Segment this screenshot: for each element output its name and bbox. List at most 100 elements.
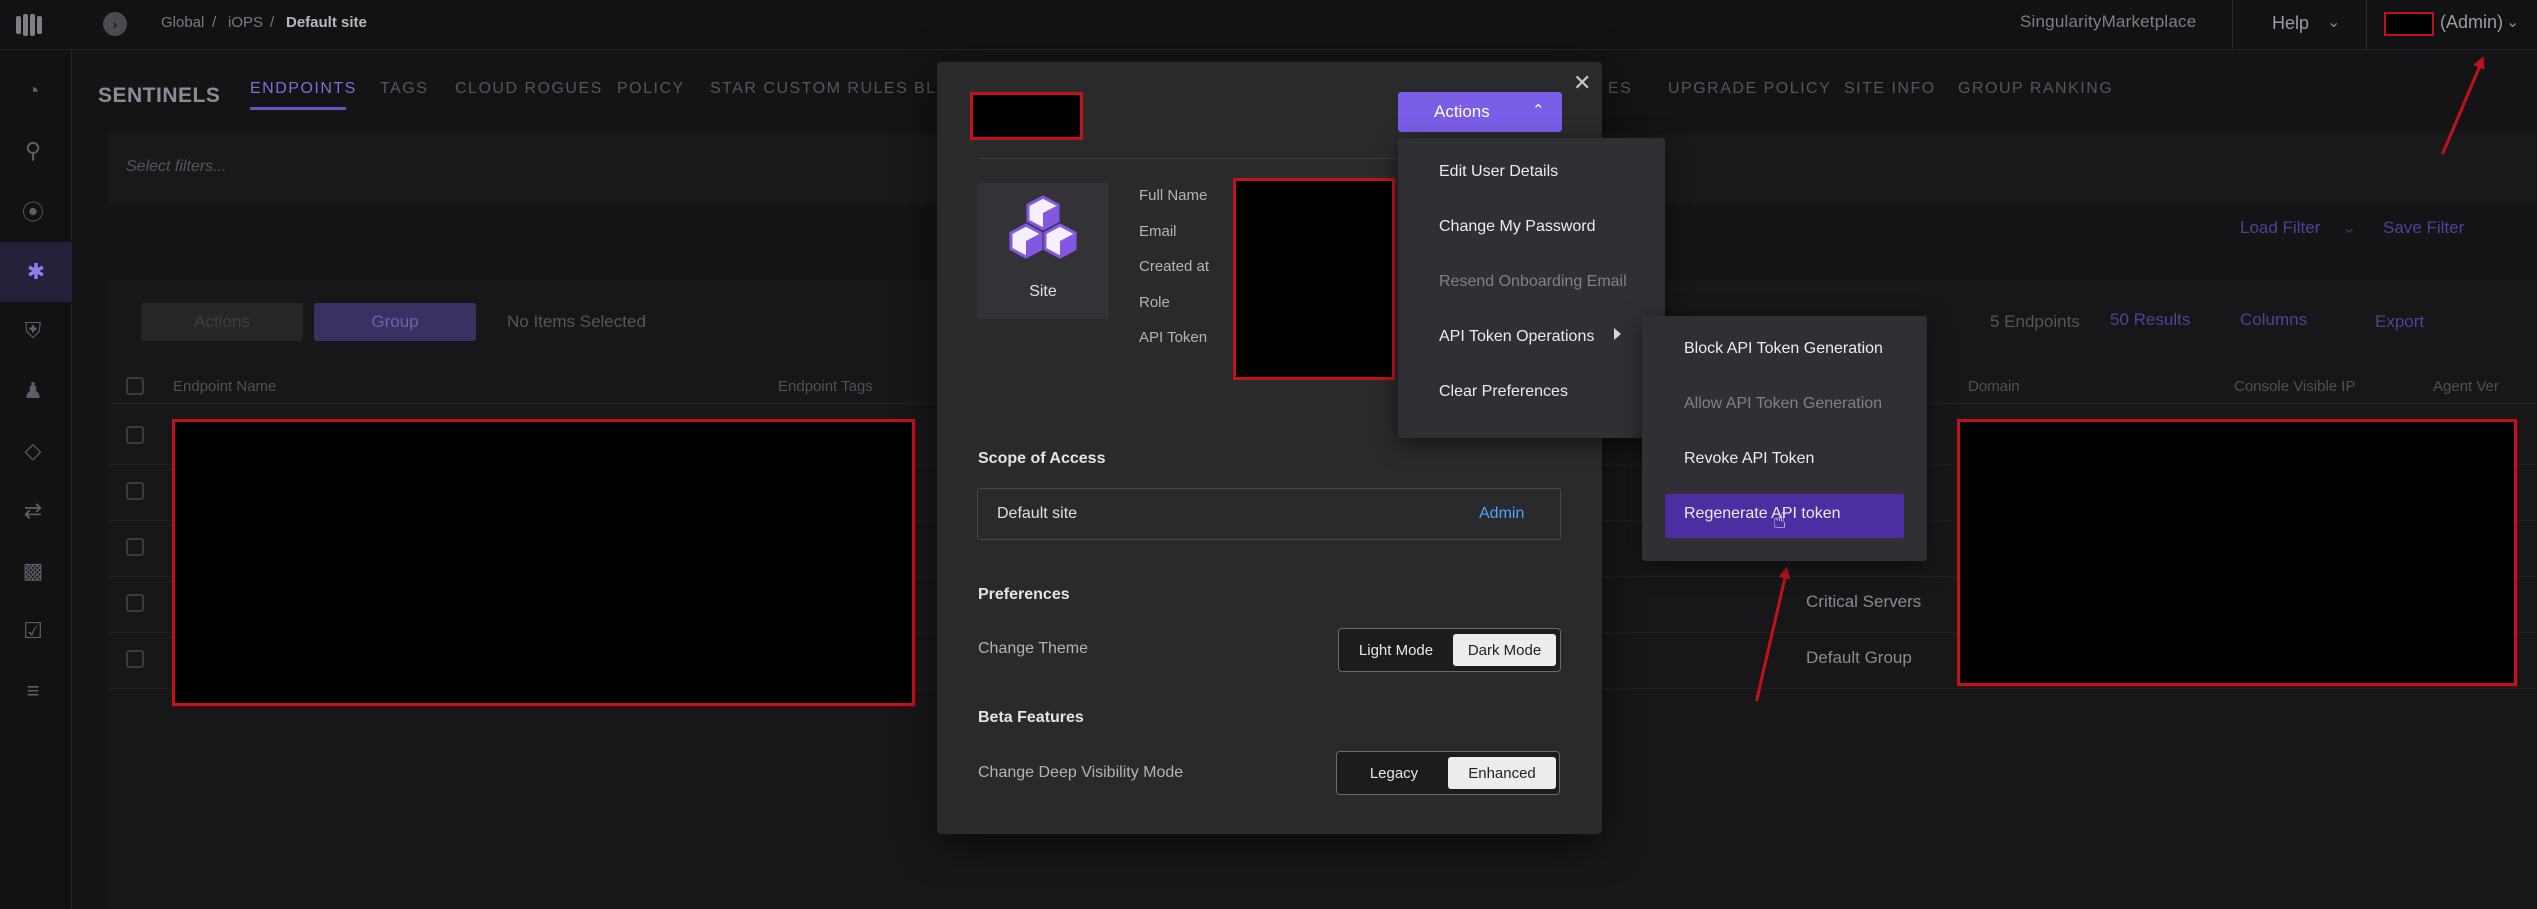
checklist-icon[interactable]: ☑	[18, 616, 48, 646]
tab-upgrade-policy[interactable]: UPGRADE POLICY	[1668, 80, 1831, 98]
tab-star-custom-rules[interactable]: STAR CUSTOM RULES	[710, 80, 908, 98]
tab-tags[interactable]: TAGS	[380, 80, 428, 98]
breadcrumb-iops[interactable]: iOPS	[228, 14, 263, 31]
dark-mode-option[interactable]: Dark Mode	[1453, 634, 1556, 666]
sentinels-icon[interactable]: ✱	[0, 242, 72, 302]
row-checkbox[interactable]	[126, 482, 144, 500]
field-label-full-name: Full Name	[1139, 187, 1208, 204]
help-menu[interactable]: Help	[2272, 13, 2309, 34]
row-checkbox[interactable]	[126, 650, 144, 668]
row-checkbox[interactable]	[126, 538, 144, 556]
theme-toggle: Light Mode Dark Mode	[1338, 628, 1561, 672]
menu-item-change-password[interactable]: Change My Password	[1439, 218, 1596, 236]
chevron-down-icon[interactable]: ⌄	[2327, 12, 2340, 32]
hand-cursor-icon: ☝	[1773, 508, 1787, 533]
active-tab-indicator	[250, 107, 346, 110]
user-role[interactable]: (Admin)	[2440, 12, 2503, 33]
top-bar: › Global / iOPS / Default site Singulari…	[0, 0, 2537, 50]
bulk-actions-button[interactable]: Actions	[141, 303, 303, 341]
field-label-role: Role	[1139, 294, 1170, 311]
enhanced-option[interactable]: Enhanced	[1448, 757, 1556, 789]
row-checkbox[interactable]	[126, 594, 144, 612]
reports-icon[interactable]: ▩	[18, 556, 48, 586]
scope-site: Default site	[997, 505, 1078, 522]
close-icon[interactable]: ✕	[1573, 70, 1591, 96]
page-title: SENTINELS	[98, 84, 221, 107]
submenu-item-block-api-token[interactable]: Block API Token Generation	[1684, 340, 1883, 358]
submenu-item-allow-api-token: Allow API Token Generation	[1684, 395, 1883, 412]
tab-policy[interactable]: POLICY	[617, 80, 685, 98]
shield-icon[interactable]: ⛨	[18, 316, 48, 346]
site-label: Site	[1029, 283, 1057, 300]
breadcrumb-separator: /	[212, 14, 217, 31]
column-header[interactable]: Console Visible IP	[2234, 378, 2355, 395]
singularity-marketplace-link[interactable]: SingularityMarketplace	[2020, 12, 2196, 32]
broadcast-icon[interactable]: ⦿	[18, 196, 48, 226]
preferences-heading: Preferences	[978, 586, 1070, 603]
tab-endpoints[interactable]: ENDPOINTS	[250, 80, 357, 98]
sentinelone-logo-icon[interactable]	[16, 10, 48, 40]
cubes-icon	[1009, 195, 1077, 259]
tab-cloud-rogues[interactable]: CLOUD ROGUES	[455, 80, 603, 98]
redacted-user-fields	[1233, 178, 1395, 380]
legacy-option[interactable]: Legacy	[1342, 757, 1446, 789]
field-label-api-token: API Token	[1139, 329, 1208, 346]
breadcrumb-global[interactable]: Global	[161, 14, 204, 31]
diamond-icon[interactable]: ◇	[18, 436, 48, 466]
scope-role-link[interactable]: Admin	[1479, 505, 1524, 523]
scope-row: Default site Admin	[977, 488, 1561, 540]
actions-button[interactable]: Actions ⌃	[1398, 92, 1562, 132]
app-root: › Global / iOPS / Default site Singulari…	[0, 0, 2537, 909]
column-header[interactable]: Endpoint Tags	[778, 378, 873, 395]
tab-partial[interactable]: ES	[1608, 80, 1632, 98]
selection-status: No Items Selected	[507, 312, 646, 331]
sync-icon[interactable]: ⇄	[18, 496, 48, 526]
redacted-domain-columns	[1957, 419, 2517, 686]
columns-button[interactable]: Columns	[2240, 310, 2307, 330]
divider	[2366, 0, 2367, 50]
expand-sidebar-icon[interactable]: ›	[103, 12, 127, 36]
divider	[2232, 0, 2233, 50]
redacted-user-name	[970, 92, 1083, 140]
redacted-username	[2384, 12, 2434, 36]
menu-item-clear-preferences[interactable]: Clear Preferences	[1439, 383, 1568, 401]
column-header[interactable]: Endpoint Name	[173, 378, 276, 395]
dashboard-icon[interactable]: ◔	[18, 76, 48, 106]
light-mode-option[interactable]: Light Mode	[1344, 634, 1448, 666]
tab-group-ranking[interactable]: GROUP RANKING	[1958, 80, 2113, 98]
column-header[interactable]: Agent Ver	[2433, 378, 2499, 395]
beta-features-heading: Beta Features	[978, 709, 1084, 726]
actions-label: Actions	[1434, 102, 1490, 121]
menu-item-resend-onboarding: Resend Onboarding Email	[1439, 273, 1627, 290]
chevron-down-icon[interactable]: ⌄	[2342, 218, 2356, 238]
site-card: Site	[977, 183, 1109, 319]
chevron-down-icon[interactable]: ⌄	[2506, 12, 2519, 32]
menu-item-edit-user-details[interactable]: Edit User Details	[1439, 163, 1558, 181]
scope-of-access-heading: Scope of Access	[978, 450, 1106, 467]
load-filter-button[interactable]: Load Filter	[2240, 218, 2320, 238]
left-sidebar: ◔ ⚲ ⦿ ✱ ⛨ ♟ ◇ ⇄ ▩ ☑ ≡	[0, 50, 72, 909]
change-theme-label: Change Theme	[978, 640, 1088, 657]
results-per-page[interactable]: 50 Results	[2110, 310, 2190, 330]
chevron-right-icon	[1614, 328, 1621, 340]
menu-item-api-token-operations[interactable]: API Token Operations	[1439, 328, 1594, 346]
select-all-checkbox[interactable]	[126, 377, 144, 395]
user-icon[interactable]: ♟	[18, 376, 48, 406]
group-cell: Default Group	[1806, 648, 1912, 667]
column-header[interactable]: Domain	[1968, 378, 2020, 395]
export-button[interactable]: Export	[2375, 312, 2424, 332]
breadcrumb-current-site: Default site	[286, 14, 367, 31]
settings-sliders-icon[interactable]: ≡	[18, 676, 48, 706]
group-button[interactable]: Group	[314, 303, 476, 341]
submenu-item-revoke-api-token[interactable]: Revoke API Token	[1684, 450, 1814, 468]
tab-site-info[interactable]: SITE INFO	[1844, 80, 1936, 98]
breadcrumb-separator: /	[270, 14, 275, 31]
save-filter-button[interactable]: Save Filter	[2383, 218, 2464, 238]
deep-visibility-toggle: Legacy Enhanced	[1336, 751, 1560, 795]
row-checkbox[interactable]	[126, 426, 144, 444]
group-cell: Critical Servers	[1806, 592, 1922, 611]
search-icon[interactable]: ⚲	[18, 136, 48, 166]
field-label-email: Email	[1139, 223, 1177, 240]
submenu-item-regenerate-api-token[interactable]: Regenerate API token	[1684, 505, 1841, 523]
tab-partial[interactable]: BL	[914, 80, 937, 98]
